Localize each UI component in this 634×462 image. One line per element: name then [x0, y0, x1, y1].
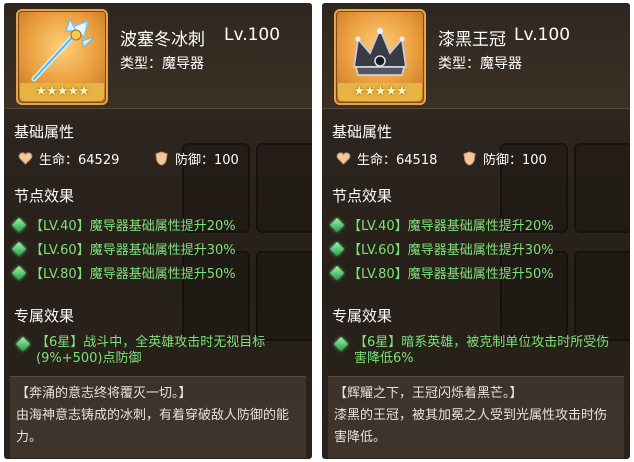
card-header: ★★★★★ 波塞冬冰刺 Lv.100 类型：魔导器 — [4, 3, 312, 109]
node-effect-text: 【LV.40】魔导器基础属性提升20% — [348, 219, 554, 234]
lore-box: 【辉耀之下，王冠闪烁着黑芒。】 漆黑的王冠，被其加冕之人受到光属性攻击时伤害降低… — [328, 376, 624, 458]
hp-stat: 生命：64529 — [18, 149, 119, 168]
green-gem-icon — [329, 217, 345, 232]
background-card — [574, 143, 630, 233]
item-icon-frame: ★★★★★ — [16, 9, 108, 105]
item-level: Lv.100 — [514, 25, 571, 45]
node-effect-lv60: 【LV.60】魔导器基础属性提升30% — [329, 239, 554, 258]
card-header: ★★★★★ 漆黑王冠 Lv.100 类型：魔导器 — [322, 3, 630, 109]
hp-value: 生命：64518 — [357, 153, 438, 168]
item-name: 漆黑王冠 — [438, 30, 506, 50]
lore-text: 漆黑的王冠，被其加冕之人受到光属性攻击时伤害降低。 — [334, 408, 608, 445]
lore-quote: 【辉耀之下，王冠闪烁着黑芒。】 — [334, 386, 523, 401]
node-effect-text: 【LV.60】魔导器基础属性提升30% — [30, 243, 236, 258]
shield-icon — [155, 151, 168, 166]
node-effect-lv80: 【LV.80】魔导器基础属性提升50% — [11, 263, 236, 282]
exclusive-effect-title: 专属效果 — [332, 307, 393, 325]
base-attr-title: 基础属性 — [332, 123, 393, 141]
hp-stat: 生命：64518 — [336, 149, 437, 168]
hp-value: 生命：64529 — [39, 153, 120, 168]
lore-text: 由海神意志铸成的冰刺，有着穿破敌人防御的能力。 — [16, 408, 290, 445]
green-gem-icon — [333, 336, 349, 352]
def-value: 防御：100 — [483, 153, 547, 168]
dark-crown-icon — [352, 26, 408, 76]
item-icon-frame: ★★★★★ — [334, 9, 426, 105]
background-card — [256, 143, 312, 233]
lore-quote: 【奔涌的意志终将覆灭一切。】 — [16, 386, 192, 401]
def-stat: 防御：100 — [154, 149, 239, 168]
green-gem-icon — [329, 265, 345, 280]
def-stat: 防御：100 — [462, 149, 547, 168]
exclusive-effect: 【6星】暗系英雄，被克制单位攻击时所受伤害降低6% — [332, 335, 622, 367]
item-card-poseidon: ★★★★★ 波塞冬冰刺 Lv.100 类型：魔导器 基础属性 生命：64529 … — [4, 3, 312, 459]
heart-icon — [18, 152, 33, 165]
node-effect-title: 节点效果 — [14, 187, 75, 205]
star-rating: ★★★★★ — [338, 83, 422, 101]
node-effect-lv40: 【LV.40】魔导器基础属性提升20% — [329, 215, 554, 234]
node-effect-text: 【LV.60】魔导器基础属性提升30% — [348, 243, 554, 258]
green-gem-icon — [11, 241, 27, 256]
node-effect-lv40: 【LV.40】魔导器基础属性提升20% — [11, 215, 236, 234]
exclusive-effect: 【6星】战斗中，全英雄攻击时无视目标(9%+500)点防御 — [14, 335, 304, 367]
ice-trident-icon — [31, 17, 95, 82]
item-type: 类型：魔导器 — [120, 56, 204, 72]
green-gem-icon — [329, 241, 345, 256]
exclusive-effect-text: 【6星】战斗中，全英雄攻击时无视目标(9%+500)点防御 — [36, 335, 266, 366]
item-name: 波塞冬冰刺 — [120, 30, 205, 50]
green-gem-icon — [11, 217, 27, 232]
lore-box: 【奔涌的意志终将覆灭一切。】 由海神意志铸成的冰刺，有着穿破敌人防御的能力。 — [10, 376, 306, 458]
node-effect-lv80: 【LV.80】魔导器基础属性提升50% — [329, 263, 554, 282]
exclusive-effect-title: 专属效果 — [14, 307, 75, 325]
item-level: Lv.100 — [224, 25, 281, 45]
item-type: 类型：魔导器 — [438, 56, 522, 72]
green-gem-icon — [11, 265, 27, 280]
node-effect-title: 节点效果 — [332, 187, 393, 205]
node-effect-text: 【LV.80】魔导器基础属性提升50% — [348, 267, 554, 282]
base-attr-title: 基础属性 — [14, 123, 75, 141]
node-effect-text: 【LV.80】魔导器基础属性提升50% — [30, 267, 236, 282]
exclusive-effect-text: 【6星】暗系英雄，被克制单位攻击时所受伤害降低6% — [354, 335, 610, 366]
item-card-dark-crown: ★★★★★ 漆黑王冠 Lv.100 类型：魔导器 基础属性 生命：64518 防… — [322, 3, 630, 459]
node-effect-text: 【LV.40】魔导器基础属性提升20% — [30, 219, 236, 234]
node-effect-lv60: 【LV.60】魔导器基础属性提升30% — [11, 239, 236, 258]
background-card — [574, 251, 630, 341]
green-gem-icon — [15, 336, 31, 352]
def-value: 防御：100 — [175, 153, 239, 168]
shield-icon — [463, 151, 476, 166]
star-rating: ★★★★★ — [20, 83, 104, 101]
background-card — [256, 251, 312, 341]
heart-icon — [336, 152, 351, 165]
